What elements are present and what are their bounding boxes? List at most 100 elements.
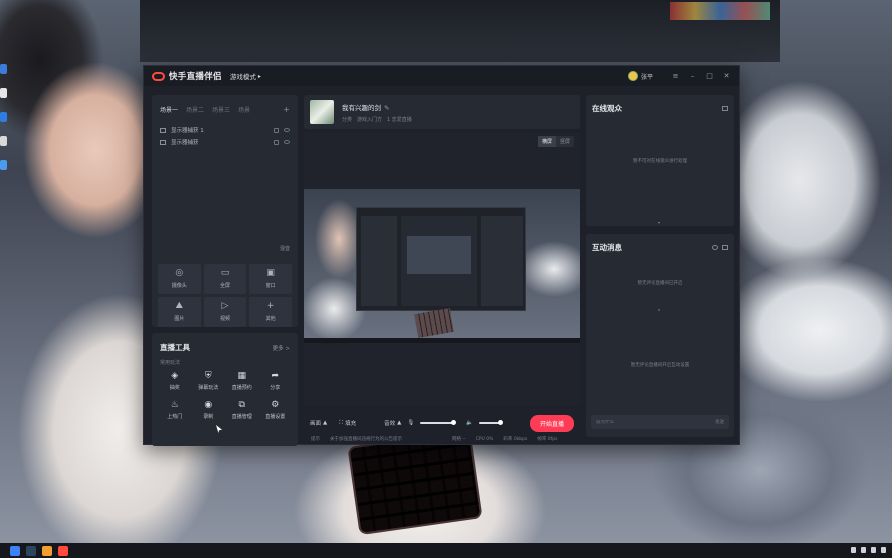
source-fullscreen-button[interactable]: ▭ 全屏 [203, 264, 247, 294]
stream-preview[interactable] [304, 189, 580, 343]
room-title[interactable]: 我有兴趣的剑 ✎ [342, 102, 412, 112]
source-label: 图片 [174, 316, 185, 322]
calendar-icon: ▦ [237, 371, 246, 381]
viewers-header: 在线观众 [586, 95, 734, 122]
source-other-button[interactable]: + 其他 [249, 297, 292, 327]
tools-more-link[interactable]: 更多 > [273, 344, 290, 352]
manage-icon: ⧉ [238, 400, 245, 410]
portrait-toggle[interactable]: 竖屏 [556, 136, 574, 147]
collapse-icon[interactable]: ▾ [658, 220, 660, 225]
source-label: 其他 [265, 316, 276, 322]
lottery-icon: ◈ [171, 371, 179, 381]
popout-icon[interactable] [722, 106, 728, 111]
room-cover-thumbnail[interactable] [310, 100, 334, 124]
desktop-app-icon[interactable] [0, 136, 7, 146]
room-tag[interactable]: 游戏入门方 [357, 116, 382, 123]
maximize-icon[interactable]: □ [705, 72, 714, 80]
tool-hot-button[interactable]: ♨ 上热门 [158, 401, 192, 421]
tab-scene-2[interactable]: 场景二 [186, 105, 204, 114]
tool-settings-button[interactable]: ⚙ 直播设置 [259, 401, 293, 421]
send-button[interactable]: 发送 [715, 419, 724, 425]
avatar[interactable] [627, 71, 638, 81]
source-label: 窗口 [265, 283, 276, 289]
source-window-button[interactable]: ▣ 窗口 [249, 264, 292, 294]
caret-up-icon: ▲ [323, 420, 328, 426]
source-image-button[interactable]: ⛰ 图片 [158, 297, 201, 327]
source-video-button[interactable]: ▷ 视频 [203, 297, 247, 327]
kuaishou-taskbar-icon[interactable] [58, 545, 68, 556]
list-item[interactable]: 显示器捕获 1 [160, 124, 290, 136]
speaker-volume-slider[interactable] [479, 420, 504, 425]
lock-icon[interactable] [274, 127, 279, 133]
tools-title: 直播工具 [160, 343, 190, 352]
lock-icon[interactable] [274, 139, 279, 145]
caret-right-icon[interactable]: ▸ [258, 73, 261, 80]
live-tools-panel: 直播工具 更多 > 常用玩法 ◈ 抽奖 ⛨ 弹幕玩法 ▦ 直播预约 ➦ 分享 ♨ 上热门 … [152, 333, 298, 446]
mic-volume-slider[interactable] [420, 420, 457, 425]
tool-danmaku-button[interactable]: ⛨ 弹幕玩法 [192, 371, 226, 392]
eye-icon[interactable] [284, 140, 290, 144]
tool-record-button[interactable]: ◉ 录制 [192, 401, 226, 421]
window-icon: ▣ [266, 268, 275, 278]
mouse-cursor [216, 425, 222, 433]
audio-effect-button[interactable]: 音效 ▲ [384, 419, 401, 427]
edit-icon[interactable]: ✎ [384, 104, 389, 112]
room-category[interactable]: 分类 [342, 116, 352, 123]
tray-icon[interactable] [871, 547, 876, 553]
source-list: 显示器捕获 1 显示器捕获 [152, 120, 298, 152]
scene-setting-button[interactable]: 画面 ▲ [310, 419, 327, 427]
room-topic[interactable]: 1 恋爱直播 [387, 116, 412, 123]
landscape-toggle[interactable]: 横屏 [537, 136, 556, 147]
room-title-text: 我有兴趣的剑 [342, 103, 381, 112]
tray-icon[interactable] [881, 547, 886, 553]
microphone-icon[interactable]: 🎙 [407, 420, 414, 426]
viewers-title: 在线观众 [592, 104, 622, 113]
app-name: 快手直播伴侣 [169, 72, 222, 82]
right-column: 在线观众 暂不可对在线观众进行处理 ▾ 互动消息 暂无评论直播间已开启 暂无评论… [586, 95, 734, 437]
minimize-icon[interactable]: – [688, 72, 697, 80]
stream-preview-area: 横屏 竖屏 [304, 132, 580, 406]
taskbar [0, 543, 892, 558]
source-camera-button[interactable]: ◎ 摄像头 [158, 264, 201, 294]
browser-icon[interactable] [42, 545, 52, 556]
tray-icon[interactable] [851, 547, 856, 553]
tool-label: 分享 [270, 385, 281, 391]
background-keyboard [349, 432, 481, 533]
mix-button[interactable]: 混音 [280, 245, 290, 252]
tool-share-button[interactable]: ➦ 分享 [259, 372, 293, 392]
status-notice[interactable]: 关于加强直播间违规行为的公告提示 [330, 436, 402, 442]
add-scene-icon[interactable]: + [283, 105, 290, 114]
shield-icon: ⛨ [204, 371, 212, 381]
tool-reserve-button[interactable]: ▦ 直播预约 [225, 371, 259, 392]
tools-subtitle: 常用玩法 [160, 360, 181, 366]
start-live-button[interactable]: 开始直播 [529, 414, 574, 432]
mode-selector[interactable]: 游戏模式 [230, 71, 256, 81]
desktop-app-icon[interactable] [0, 160, 7, 170]
preview-app-nested [407, 236, 471, 274]
chat-input-box: 发送 [591, 415, 729, 429]
menu-icon[interactable]: ≡ [671, 72, 680, 80]
room-info: 我有兴趣的剑 ✎ 分类 游戏入门方 1 恋爱直播 [342, 102, 412, 123]
gear-icon[interactable] [712, 245, 718, 250]
chat-input[interactable] [596, 419, 696, 425]
tab-scene-1[interactable]: 场景一 [160, 105, 178, 114]
monitor-icon [160, 139, 166, 145]
tool-lottery-button[interactable]: ◈ 抽奖 [158, 371, 192, 392]
speaker-icon[interactable]: 🔈 [466, 420, 473, 426]
windows-start-icon[interactable] [10, 545, 20, 556]
tray-icon[interactable] [861, 547, 866, 553]
eye-icon[interactable] [284, 128, 290, 132]
tab-scene-3[interactable]: 场景三 [212, 105, 230, 114]
username[interactable]: 张平 [641, 72, 653, 81]
desktop-app-icon[interactable] [0, 64, 7, 74]
tab-scene-4[interactable]: 场景 [238, 105, 250, 114]
steam-icon[interactable] [26, 545, 36, 556]
desktop-app-icon[interactable] [0, 112, 7, 122]
fill-button[interactable]: ⛶ 填充 [339, 419, 356, 428]
list-item[interactable]: 显示器捕获 [160, 136, 290, 148]
status-fps: 帧率 0fps [537, 437, 558, 442]
tool-manage-button[interactable]: ⧉ 直播管理 [225, 400, 259, 421]
close-icon[interactable]: ✕ [722, 72, 731, 80]
popout-icon[interactable] [722, 245, 728, 250]
desktop-app-icon[interactable] [0, 88, 7, 98]
